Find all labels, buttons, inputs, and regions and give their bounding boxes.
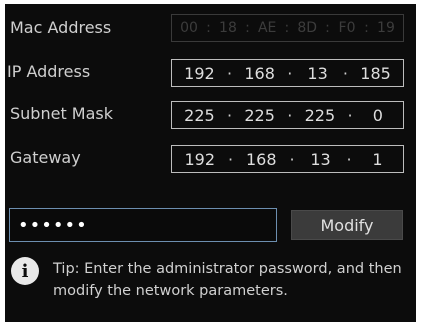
mac-segment-4: 8D	[297, 20, 318, 36]
ip-octet-2[interactable]: 168	[244, 64, 275, 83]
gateway-octet-3[interactable]: 13	[308, 150, 334, 169]
ip-address-field[interactable]: 192 · 168 · 13 · 185	[171, 59, 404, 87]
tip-text: Tip: Enter the administrator password, a…	[53, 258, 403, 302]
gateway-label: Gateway	[10, 148, 81, 167]
separator: ·	[342, 63, 348, 83]
separator: ·	[346, 149, 352, 169]
mac-segment-6: 19	[377, 20, 395, 36]
separator: ·	[226, 63, 233, 83]
mac-segment-3: AE	[257, 20, 277, 36]
ip-octet-1[interactable]: 192	[184, 64, 215, 83]
separator: :	[245, 20, 250, 36]
ip-octet-3[interactable]: 13	[305, 64, 331, 83]
subnet-octet-2[interactable]: 225	[244, 106, 275, 125]
gateway-field[interactable]: 192 · 168 · 13 · 1	[171, 145, 404, 173]
mac-segment-2: 18	[219, 20, 237, 36]
mac-segment-5: F0	[338, 20, 356, 36]
mac-address-field: 00 : 18 : AE : 8D : F0 : 19	[171, 14, 404, 42]
separator: ·	[347, 105, 353, 125]
gateway-octet-1[interactable]: 192	[184, 150, 215, 169]
mac-address-label: Mac Address	[10, 18, 112, 37]
gateway-octet-4[interactable]: 1	[364, 150, 390, 169]
subnet-octet-1[interactable]: 225	[184, 106, 215, 125]
tip-message: Enter the administrator password, and th…	[53, 261, 402, 299]
subnet-mask-field[interactable]: 225 · 225 · 225 · 0	[171, 101, 404, 129]
modify-button[interactable]: Modify	[291, 210, 403, 240]
mac-segment-1: 00	[180, 20, 198, 36]
separator: ·	[287, 105, 293, 125]
ip-address-label: IP Address	[7, 62, 91, 81]
ip-octet-4[interactable]: 185	[360, 64, 391, 83]
separator: :	[206, 20, 211, 36]
subnet-octet-3[interactable]: 225	[305, 106, 336, 125]
admin-password-input[interactable]: ••••••	[9, 208, 277, 242]
subnet-octet-4[interactable]: 0	[365, 106, 391, 125]
separator: :	[284, 20, 290, 36]
network-settings-panel: Mac Address 00 : 18 : AE : 8D : F0 : 19 …	[5, 4, 416, 322]
separator: :	[364, 20, 369, 36]
separator: ·	[226, 105, 233, 125]
subnet-mask-label: Subnet Mask	[10, 104, 114, 123]
password-value: ••••••	[18, 214, 88, 236]
info-icon: i	[11, 257, 39, 285]
separator: :	[325, 20, 330, 36]
separator: ·	[289, 149, 295, 169]
tip-prefix: Tip:	[53, 261, 80, 277]
gateway-octet-2[interactable]: 168	[246, 150, 277, 169]
separator: ·	[227, 149, 234, 169]
separator: ·	[287, 63, 293, 83]
